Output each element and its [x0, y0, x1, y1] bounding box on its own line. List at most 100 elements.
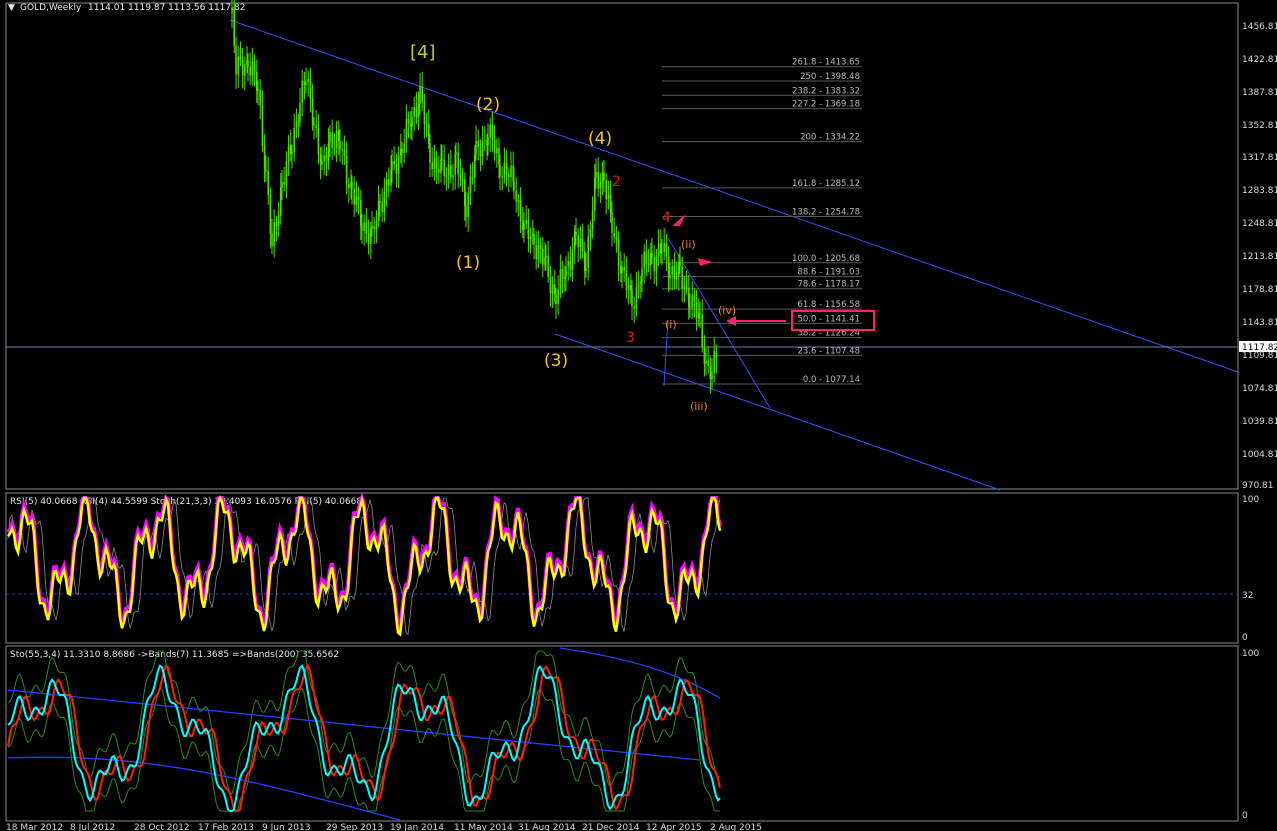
candle-body [385, 179, 388, 192]
candle-body [425, 124, 428, 126]
candle-body [371, 225, 373, 229]
candle-body [635, 286, 638, 309]
time-tick: 2 Aug 2015 [710, 823, 762, 831]
candle-body [669, 275, 671, 279]
fib-label: 250 - 1398.48 [800, 72, 860, 82]
candle-body [341, 148, 343, 150]
candle-body [273, 222, 275, 246]
ohlc-label: 1114.01 1119.87 1113.56 1117.82 [88, 3, 245, 13]
candle-body [715, 351, 718, 359]
candle-body [517, 200, 520, 202]
candle-body [355, 196, 358, 205]
fib-label: 50.0 - 1141.41 [797, 314, 860, 324]
chart-canvas: ▼ GOLD,Weekly 1114.01 1119.87 1113.56 11… [5, 0, 1277, 831]
candle-body [617, 239, 620, 267]
fib-label: 78.6 - 1178.17 [797, 280, 860, 290]
candle-body [505, 162, 508, 175]
price-axis: 1456.81 1422.81 1387.81 1352.81 1317.81 … [1242, 22, 1277, 491]
candle-body [367, 233, 370, 244]
fib-levels[interactable]: 261.8 - 1413.65 250 - 1398.48 238.2 - 1383… [662, 58, 862, 385]
time-tick: 29 Sep 2013 [326, 823, 383, 831]
candle-body [443, 159, 445, 177]
candle-body [641, 268, 643, 283]
candle-body [549, 276, 552, 294]
candle-body [331, 131, 333, 149]
candle-body [297, 120, 300, 123]
candle-body [253, 61, 256, 72]
candle-body [317, 127, 320, 155]
rsi-lines [6, 491, 722, 637]
candle-body [551, 284, 554, 294]
candle-body [348, 183, 350, 188]
wave-label-4-big: [4] [410, 42, 436, 63]
candle-body [271, 233, 273, 246]
candle-body [613, 232, 615, 238]
candle-body [447, 164, 450, 176]
candle-body [351, 182, 353, 189]
candle-body [419, 86, 421, 104]
candle-body [489, 124, 491, 138]
candle-body [433, 157, 436, 169]
candle-body [269, 195, 272, 234]
price-tick: 1178.81 [1242, 285, 1277, 295]
sto-lines [7, 647, 721, 821]
candle-body [464, 179, 466, 206]
candle-body [689, 307, 691, 309]
time-tick: 11 May 2014 [454, 823, 513, 831]
candle-body [681, 266, 683, 289]
candle-body [707, 360, 709, 366]
candle-body [477, 140, 479, 148]
candle-body [657, 243, 660, 257]
candle-body [423, 102, 426, 125]
candle-body [615, 237, 618, 240]
candle-body [345, 155, 348, 184]
candle-body [503, 162, 506, 177]
candle-body [263, 145, 266, 170]
candle-body [417, 103, 420, 118]
candle-body [379, 200, 381, 203]
candle-body [431, 162, 433, 169]
candle-body [323, 155, 325, 162]
candle-body [373, 225, 375, 230]
candle-body [607, 194, 610, 200]
candle-body [513, 181, 515, 191]
candle-body [277, 215, 280, 227]
candle-body [525, 220, 527, 224]
candle-body [499, 164, 501, 177]
candle-body [663, 242, 665, 253]
candle-body [469, 176, 472, 194]
candle-body [567, 261, 569, 267]
fib-label: 261.8 - 1413.65 [792, 58, 860, 68]
wave-label-3: (3) [544, 351, 568, 371]
main-panel-frame [5, 2, 1239, 490]
lower-trendline[interactable] [554, 333, 1001, 491]
candle-body [611, 212, 613, 233]
price-tick: 1283.81 [1242, 186, 1277, 196]
candle-body [510, 165, 512, 178]
candle-body [709, 365, 712, 380]
candle-body [365, 222, 368, 234]
wave-label-2: (2) [476, 95, 500, 115]
sto-tick: 0 [1242, 811, 1248, 821]
candle-body [599, 181, 602, 189]
candle-body [259, 89, 261, 106]
candle-body [491, 124, 494, 140]
candle-body [388, 179, 390, 186]
wave-label-red-2: 2 [612, 174, 621, 190]
candle-body [519, 200, 522, 222]
candle-body [627, 285, 630, 290]
price-tick: 1248.81 [1242, 219, 1277, 229]
candle-body [585, 267, 587, 272]
candle-body [329, 131, 331, 143]
wave-label-red-3: 3 [626, 330, 635, 346]
candle-body [623, 266, 625, 272]
menu-triangle-icon[interactable]: ▼ [8, 3, 15, 13]
price-tick: 1004.81 [1242, 450, 1277, 460]
candle-body [461, 179, 464, 181]
price-tick: 1352.81 [1242, 121, 1277, 131]
candle-body [457, 152, 459, 175]
candle-body [545, 255, 547, 258]
rsi-panel-label: RSI(5) 40.0668 RSI(4) 44.5599 Stoch(21,3… [10, 497, 362, 507]
marker-triangle-icon [698, 258, 712, 266]
candle-body [353, 188, 355, 205]
